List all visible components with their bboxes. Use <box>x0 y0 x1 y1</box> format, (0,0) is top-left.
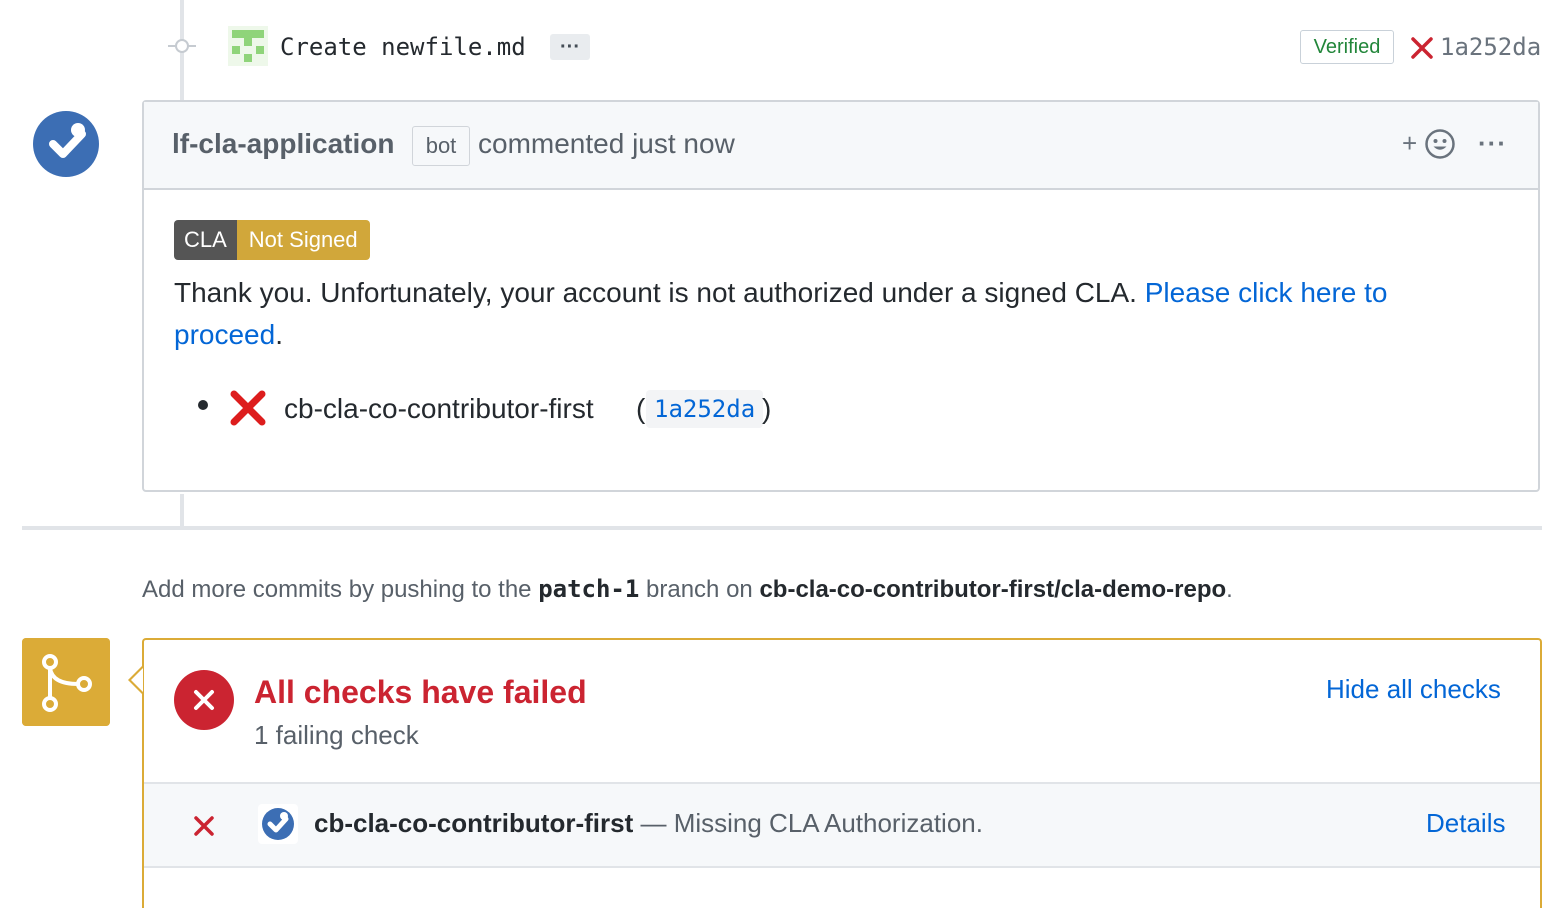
paren-open: ( <box>636 393 646 424</box>
plus-icon: + <box>1402 128 1418 158</box>
cla-badge-label: CLA <box>174 220 237 260</box>
push-hint-text: Add more commits by pushing to the patch… <box>142 572 1233 607</box>
smiley-icon <box>1425 129 1455 159</box>
x-icon <box>230 390 266 426</box>
cla-status-badge[interactable]: CLA Not Signed <box>174 220 370 260</box>
bot-label: bot <box>412 126 470 166</box>
check-details-link[interactable]: Details <box>1426 806 1505 840</box>
comment-body-text: Thank you. Unfortunately, your account i… <box>174 272 1474 356</box>
x-icon[interactable] <box>1408 34 1436 62</box>
check-app-avatar <box>258 804 298 844</box>
git-commit-icon <box>168 39 196 53</box>
push-hint-middle: branch on <box>639 576 760 603</box>
comment-body-sentence: Thank you. Unfortunately, your account i… <box>174 277 1145 308</box>
commit-sha-link[interactable]: 1a252da <box>1440 30 1541 64</box>
bot-avatar[interactable] <box>32 110 100 178</box>
comment-timestamp[interactable]: commented just now <box>478 126 735 162</box>
checks-status-title: All checks have failed <box>254 674 587 710</box>
cla-badge-status: Not Signed <box>236 220 370 260</box>
verified-badge[interactable]: Verified <box>1300 30 1394 64</box>
add-reaction-button[interactable]: + <box>1400 126 1460 162</box>
x-circle-icon <box>174 670 234 730</box>
checks-status-subtitle: 1 failing check <box>254 720 419 750</box>
list-bullet <box>198 400 208 410</box>
contributor-name: cb-cla-co-contributor-first <box>284 393 594 424</box>
x-icon <box>194 816 214 836</box>
paren-close: ) <box>762 393 772 424</box>
comment-body-period: . <box>275 319 283 350</box>
push-hint-prefix: Add more commits by pushing to the <box>142 576 539 603</box>
timeline-divider <box>22 526 1542 530</box>
checks-pointer-inner <box>131 668 143 692</box>
commit-author-avatar[interactable] <box>228 26 268 66</box>
comment-author-link[interactable]: lf-cla-application <box>172 126 394 162</box>
timeline-line <box>180 494 184 526</box>
commit-expand-button[interactable]: ··· <box>550 34 590 60</box>
push-hint-suffix: . <box>1226 576 1233 603</box>
repo-name: cb-cla-co-contributor-first/cla-demo-rep… <box>759 576 1227 603</box>
check-separator: — <box>633 808 674 838</box>
git-merge-icon <box>22 638 110 726</box>
branch-name: patch-1 <box>538 575 640 603</box>
check-name: cb-cla-co-contributor-first <box>314 808 634 838</box>
check-description: Missing CLA Authorization. <box>673 808 983 838</box>
check-item-text: cb-cla-co-contributor-first — Missing CL… <box>314 806 983 840</box>
hide-all-checks-button[interactable]: Hide all checks <box>1326 672 1501 706</box>
comment-options-button[interactable]: ··· <box>1478 128 1507 158</box>
commit-message-link[interactable]: Create newfile.md <box>280 30 526 64</box>
contributor-commit-sha-link[interactable]: 1a252da <box>646 390 764 428</box>
